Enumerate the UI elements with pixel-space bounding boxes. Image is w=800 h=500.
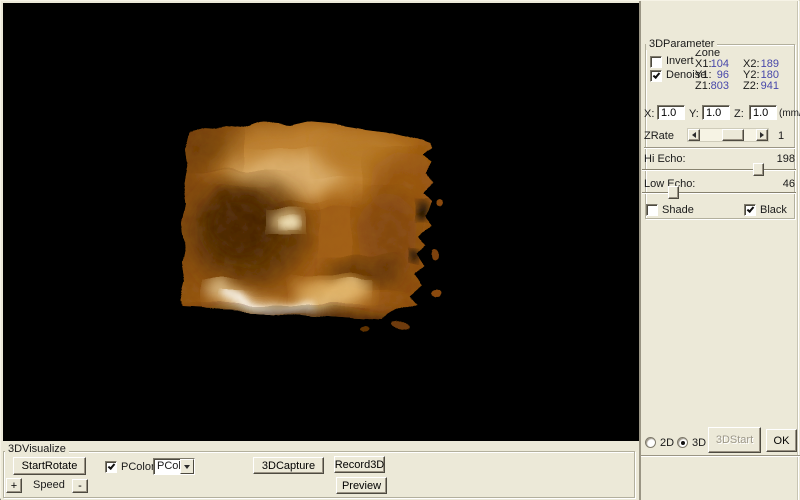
separator-line: [641, 455, 800, 457]
x-scale-input[interactable]: [657, 105, 685, 120]
scale-unit-label: (mm/p): [779, 108, 800, 119]
zrate-scroll-left-button[interactable]: [688, 129, 700, 141]
arrow-left-icon: [692, 132, 696, 138]
y-scale-label: Y:: [689, 108, 699, 120]
low-echo-value: 46: [763, 178, 795, 190]
denoise-checkbox[interactable]: [650, 70, 662, 82]
record-3d-button[interactable]: Record3D: [334, 456, 385, 473]
start-3d-button[interactable]: 3DStart: [708, 427, 761, 453]
invert-label: Invert: [666, 55, 694, 67]
capture-3d-button[interactable]: 3DCapture: [253, 457, 324, 474]
zone-z2-value: 941: [749, 80, 779, 92]
visualize-panel: 3DVisualize StartRotate PColor PColor + …: [1, 441, 639, 500]
check-icon: [653, 71, 661, 79]
hi-echo-value: 198: [763, 153, 795, 165]
pcolor-checkbox-label: PColor: [121, 461, 155, 473]
zrate-scrollbar[interactable]: [687, 128, 769, 142]
application-window: 3DParameter Invert Denoise Zone X1: 104 …: [0, 0, 800, 500]
ok-button[interactable]: OK: [766, 429, 797, 452]
shade-label: Shade: [662, 204, 694, 216]
render-viewport[interactable]: [3, 3, 639, 441]
invert-checkbox[interactable]: [650, 56, 662, 68]
zrate-scrollbar-thumb[interactable]: [722, 129, 744, 141]
zrate-value: 1: [778, 130, 784, 142]
mode-3d-radio[interactable]: [677, 437, 688, 448]
black-checkbox[interactable]: [744, 204, 756, 216]
preview-button[interactable]: Preview: [336, 477, 387, 494]
speed-plus-button[interactable]: +: [6, 478, 22, 493]
start-rotate-button[interactable]: StartRotate: [13, 457, 86, 475]
hi-echo-slider-thumb[interactable]: [753, 163, 764, 176]
z-scale-label: Z:: [734, 108, 744, 120]
z-scale-input[interactable]: [749, 105, 777, 120]
speed-minus-button[interactable]: -: [72, 479, 88, 493]
pcolor-dropdown[interactable]: PColor: [153, 458, 195, 475]
y-scale-input[interactable]: [702, 105, 730, 120]
low-echo-slider-track[interactable]: [642, 192, 796, 194]
chevron-down-icon: [184, 465, 190, 469]
arrow-right-icon: [760, 132, 764, 138]
zrate-label: ZRate: [644, 130, 674, 142]
mode-2d-label: 2D: [660, 437, 674, 449]
shade-checkbox[interactable]: [646, 204, 658, 216]
separator-line: [644, 147, 795, 149]
low-echo-slider-thumb[interactable]: [668, 186, 679, 199]
check-icon: [108, 462, 116, 470]
radio-dot-icon: [681, 441, 685, 445]
visualize-group-title: 3DVisualize: [5, 443, 69, 455]
zone-z1-value: 803: [701, 80, 729, 92]
zrate-scroll-right-button[interactable]: [756, 129, 768, 141]
parameter-group-title: 3DParameter: [646, 38, 717, 50]
hi-echo-slider-track[interactable]: [642, 169, 796, 171]
speed-label: Speed: [33, 479, 65, 491]
panel-edge-line: [797, 1, 799, 500]
check-icon: [747, 205, 755, 213]
x-scale-label: X:: [644, 108, 654, 120]
hi-echo-label: Hi Echo:: [644, 153, 686, 165]
mode-2d-radio[interactable]: [645, 437, 656, 448]
parameter-panel: 3DParameter Invert Denoise Zone X1: 104 …: [639, 1, 800, 500]
mode-3d-label: 3D: [692, 437, 706, 449]
pcolor-dropdown-button[interactable]: [180, 459, 194, 474]
black-label: Black: [760, 204, 787, 216]
pcolor-checkbox[interactable]: [105, 461, 117, 473]
ultrasound-volume-render: [3, 3, 639, 441]
